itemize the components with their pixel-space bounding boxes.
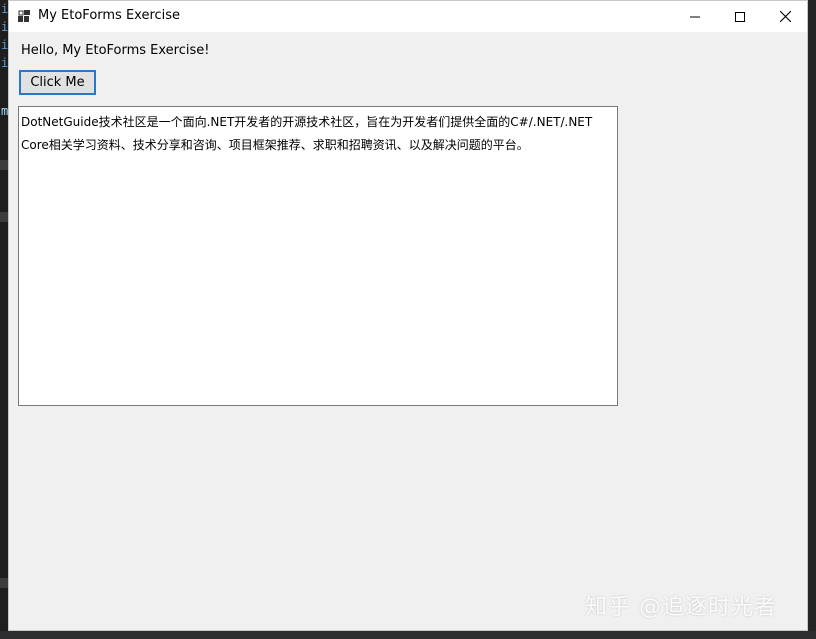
minimize-icon: [690, 16, 700, 17]
title-bar[interactable]: My EtoForms Exercise: [9, 1, 807, 32]
ide-background-right: [808, 0, 816, 639]
maximize-icon: [735, 11, 745, 22]
close-icon: [779, 11, 791, 22]
ide-background-bottom: [0, 631, 816, 639]
ide-panel-edge: [0, 578, 8, 588]
watermark: 知乎 @追逐时光者: [585, 595, 777, 620]
minimize-button[interactable]: [672, 1, 718, 32]
text-area[interactable]: DotNetGuide技术社区是一个面向.NET开发者的开源技术社区，旨在为开发…: [18, 106, 618, 406]
close-button[interactable]: [762, 1, 808, 32]
maximize-button[interactable]: [717, 1, 763, 32]
ide-background-left: i i i i m: [0, 0, 8, 639]
app-window-icon: [18, 10, 30, 22]
hello-label: Hello, My EtoForms Exercise!: [21, 43, 210, 58]
app-window: My EtoForms Exercise Hello, My EtoForms …: [8, 0, 808, 631]
ide-panel-edge: [0, 160, 8, 170]
click-me-button[interactable]: Click Me: [19, 70, 96, 95]
ide-panel-edge: [0, 212, 8, 222]
window-title: My EtoForms Exercise: [38, 8, 181, 23]
